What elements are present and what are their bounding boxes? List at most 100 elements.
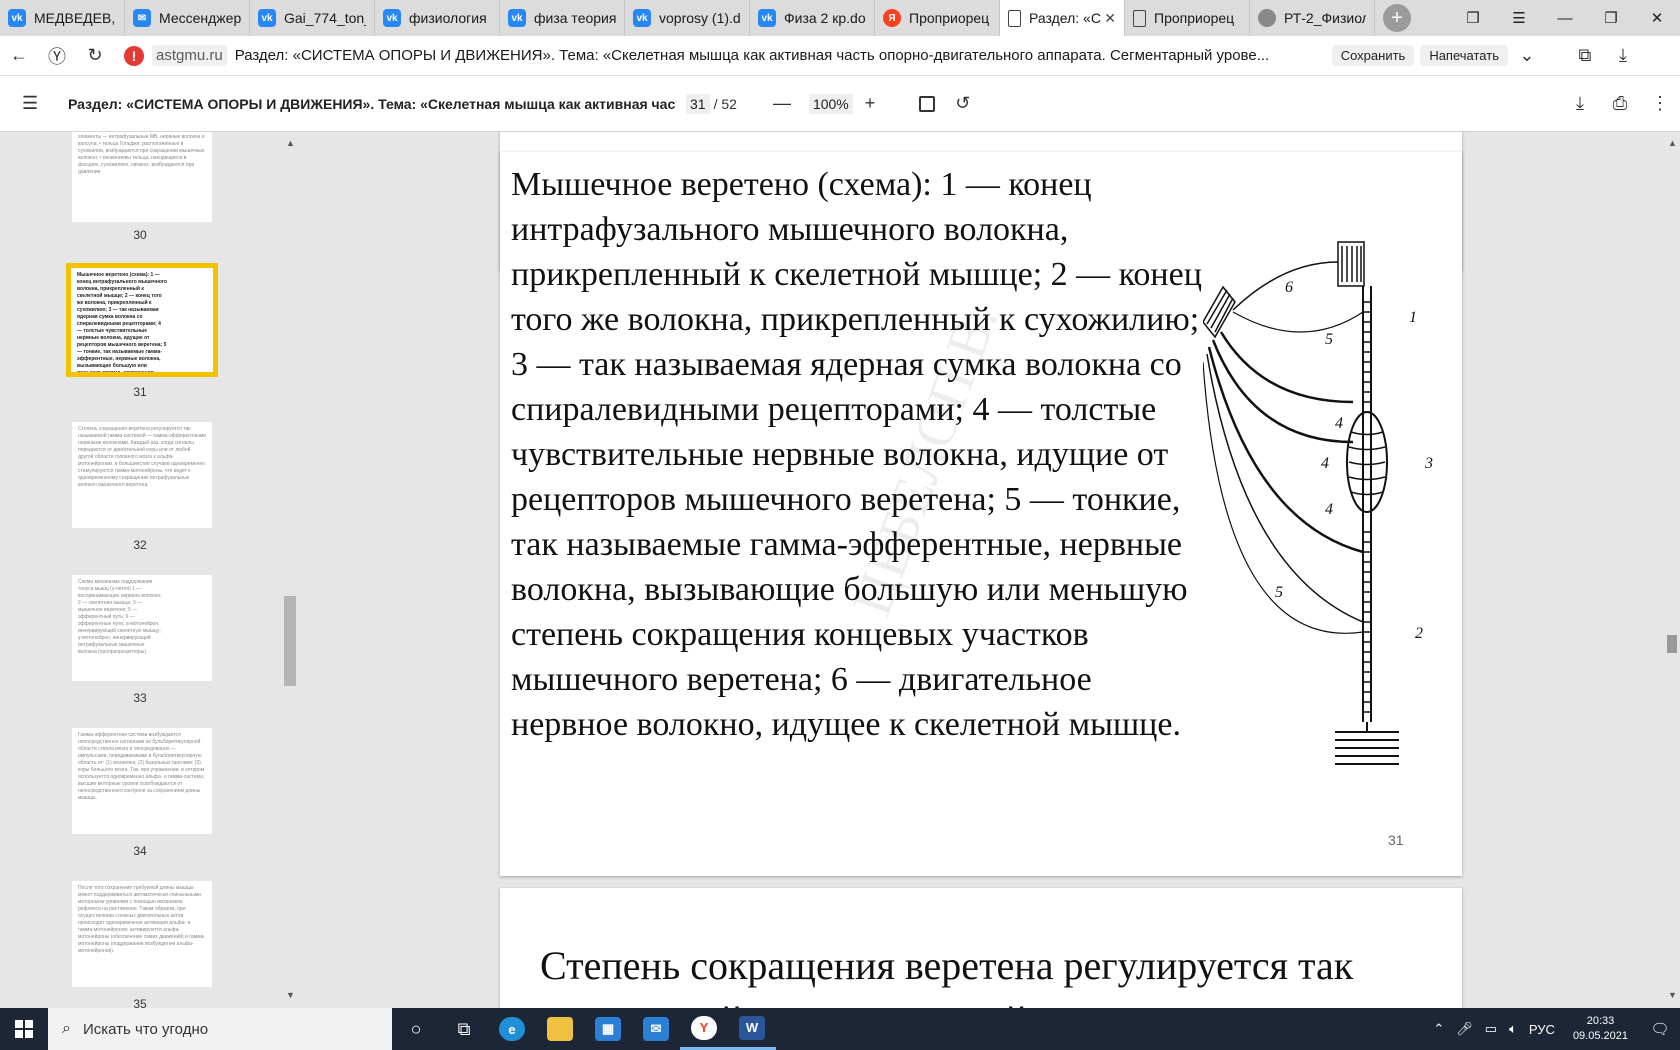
scroll-up-icon[interactable]: ▲	[1668, 138, 1677, 148]
page-title[interactable]: Раздел: «СИСТЕМА ОПОРЫ И ДВИЖЕНИЯ». Тема…	[235, 47, 1310, 64]
more-options-icon[interactable]: ⋮	[1640, 93, 1680, 114]
chevron-down-icon[interactable]: ⌄	[1508, 36, 1546, 76]
store-icon[interactable]: ▦	[584, 1008, 632, 1050]
thumbnail-number: 35	[133, 997, 147, 1008]
minimize-icon[interactable]: —	[1542, 0, 1588, 36]
zoom-in-icon[interactable]: +	[865, 93, 876, 114]
notifications-icon[interactable]: 🗨︎	[1640, 1020, 1680, 1038]
close-tab-icon[interactable]: ✕	[1104, 10, 1116, 27]
thumbnail-page-34[interactable]: Гамма-эфферентная система возбуждается н…	[72, 728, 212, 834]
thumbnail-number: 31	[133, 385, 147, 399]
tab-label: МЕДВЕДЕВ, В	[34, 10, 116, 26]
document-icon	[1008, 9, 1021, 27]
insecure-warning-icon[interactable]: !	[124, 45, 144, 66]
pdf-toolbar: ☰ Раздел: «СИСТЕМА ОПОРЫ И ДВИЖЕНИЯ». Те…	[0, 76, 1680, 132]
thumbnail-page-33[interactable]: Схема механизма поддержания тонуса мышц …	[72, 575, 212, 681]
scroll-up-icon[interactable]: ▲	[286, 138, 295, 148]
thumbnail-text: Степень сокращения веретена регулируется…	[78, 426, 206, 488]
sidebar-scrollbar[interactable]: ▲ ▼	[282, 132, 298, 1008]
windows-taskbar: ⌕ Искать что угодно ○ ⧉ e ▦ ✉ Y W ⌃ 🎤︎ ▭…	[0, 1008, 1680, 1050]
globe-icon	[1258, 9, 1276, 27]
taskbar-search[interactable]: ⌕ Искать что угодно	[48, 1008, 392, 1050]
pdf-page-32: Степень сокращения веретена регулируется…	[500, 888, 1462, 1008]
downloads-icon[interactable]: ⤓	[1604, 36, 1642, 76]
save-button[interactable]: Сохранить	[1331, 45, 1415, 66]
sidebar-scroll-thumb[interactable]	[284, 596, 296, 686]
tab-label: Проприорец	[1154, 10, 1235, 26]
scroll-down-icon[interactable]: ▼	[1668, 990, 1677, 1000]
main-scroll-thumb[interactable]	[1667, 635, 1677, 653]
task-view-icon[interactable]: ⧉	[440, 1008, 488, 1050]
tab-label: физиология т	[409, 10, 491, 26]
file-explorer-icon[interactable]	[536, 1008, 584, 1050]
page-total: / 52	[713, 95, 737, 112]
tab-11[interactable]: РТ-2_Физиол	[1250, 0, 1375, 36]
tab-label: физа теория	[534, 10, 616, 26]
word-icon[interactable]: W	[728, 1008, 776, 1050]
microphone-icon[interactable]: 🎤︎	[1456, 1021, 1473, 1037]
fit-page-icon[interactable]	[919, 95, 936, 112]
clock[interactable]: 20:33 09.05.2021	[1573, 1014, 1628, 1044]
tab-4[interactable]: vk физиология т	[375, 0, 500, 36]
muscle-spindle-diagram: 1 2 3 4 4 4 5 5 6	[1203, 241, 1433, 765]
network-icon[interactable]: ▭	[1485, 1021, 1497, 1037]
browser-menu-icon[interactable]: ☰	[1496, 0, 1542, 36]
rotate-icon[interactable]: ↺	[955, 93, 970, 114]
yandex-home-icon[interactable]: Ⓨ	[38, 36, 76, 76]
print-icon[interactable]: ⎙	[1600, 93, 1640, 114]
thumbnail-text: После того сохранение требуемой длины мы…	[78, 885, 206, 954]
language-indicator[interactable]: РУС	[1529, 1022, 1555, 1037]
chevron-up-icon[interactable]: ⌃	[1433, 1021, 1444, 1037]
diagram-label-1: 1	[1409, 309, 1417, 326]
main-scrollbar[interactable]: ▲ ▼	[1664, 132, 1680, 1008]
start-button[interactable]	[0, 1008, 48, 1050]
tab-9[interactable]: Раздел: «С ✕	[1000, 0, 1125, 36]
volume-icon[interactable]: 🔈︎	[1509, 1021, 1517, 1037]
scroll-down-icon[interactable]: ▼	[286, 990, 295, 1000]
zoom-out-icon[interactable]: —	[773, 93, 791, 114]
diagram-label-4a: 4	[1335, 415, 1343, 432]
thumbnail-text: Мышечное веретено (схема): 1 — конец инт…	[77, 272, 167, 376]
thumbnail-number: 32	[133, 538, 147, 552]
page-number-label: 31	[1388, 832, 1404, 848]
tab-6[interactable]: vk voprosy (1).d	[625, 0, 750, 36]
restore-icon[interactable]: ❐	[1588, 0, 1634, 36]
yandex-browser-icon[interactable]: Y	[680, 1008, 728, 1050]
pdf-document-title: Раздел: «СИСТЕМА ОПОРЫ И ДВИЖЕНИЯ». Тема…	[68, 95, 676, 112]
page-caption: Мышечное веретено (схема): 1 — конец инт…	[511, 166, 1202, 743]
tab-10[interactable]: Проприорец	[1125, 0, 1250, 36]
thumbnail-page-32[interactable]: Степень сокращения веретена регулируется…	[72, 422, 212, 528]
thumbnail-text: • мышечные веретена, находящиеся среди м…	[78, 132, 205, 175]
cortana-icon[interactable]: ○	[392, 1008, 440, 1050]
new-tab-button[interactable]: +	[1383, 4, 1411, 32]
tab-8[interactable]: Я Проприорец	[875, 0, 1000, 36]
tab-1[interactable]: vk МЕДВЕДЕВ, В	[0, 0, 125, 36]
page-number-input[interactable]: 31	[686, 93, 710, 114]
tab-manager-icon[interactable]: ❐	[1450, 0, 1496, 36]
edge-icon[interactable]: e	[488, 1008, 536, 1050]
system-tray: ⌃ 🎤︎ ▭ 🔈︎ РУС 20:33 09.05.2021 🗨︎	[1427, 1014, 1680, 1044]
search-icon: ⌕	[62, 1020, 71, 1037]
back-icon[interactable]: ←	[0, 36, 38, 76]
tab-7[interactable]: vk Физа 2 кр.doc	[750, 0, 875, 36]
thumbnail-page-31[interactable]: Мышечное веретено (схема): 1 — конец инт…	[66, 263, 218, 377]
print-button[interactable]: Напечатать	[1420, 45, 1508, 66]
zoom-level[interactable]: 100%	[808, 93, 853, 114]
windows-logo-icon	[15, 1020, 33, 1038]
download-icon[interactable]: ⤓	[1560, 93, 1600, 114]
next-page-line-1: Степень сокращения веретена регулируется…	[540, 943, 1354, 988]
tab-2[interactable]: ✉ Мессенджер	[125, 0, 250, 36]
thumbnail-number: 30	[133, 228, 147, 242]
outline-menu-icon[interactable]: ☰	[22, 93, 46, 114]
vk-icon: vk	[758, 9, 776, 27]
mail-icon[interactable]: ✉	[632, 1008, 680, 1050]
url-domain[interactable]: astgmu.ru	[152, 45, 227, 66]
tab-5[interactable]: vk физа теория	[500, 0, 625, 36]
close-window-icon[interactable]: ✕	[1634, 0, 1680, 36]
thumbnail-page-35[interactable]: После того сохранение требуемой длины мы…	[72, 881, 212, 987]
tab-label: Мессенджер	[159, 10, 241, 26]
tab-3[interactable]: vk Gai_774_ton_	[250, 0, 375, 36]
thumbnail-page-30[interactable]: • мышечные веретена, находящиеся среди м…	[72, 132, 212, 222]
reload-icon[interactable]: ↻	[76, 36, 114, 76]
collections-icon[interactable]: ⧉	[1566, 36, 1604, 76]
